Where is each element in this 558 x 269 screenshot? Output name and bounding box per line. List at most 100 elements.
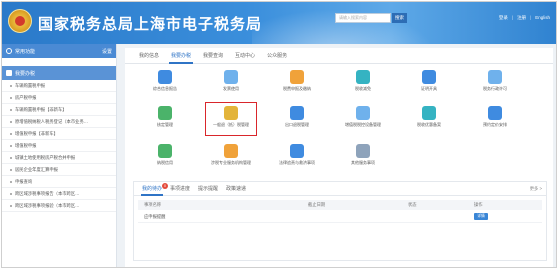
- sidebar: 常用功能 设置 我要办税 车辆购置税申报 房产税申报车辆购置税申报【非新车】原增值…: [2, 44, 117, 267]
- sidebar-item-label: 增值税申报【非新车】: [15, 130, 58, 136]
- row-status: [408, 211, 474, 222]
- sidebar-item-label: 居民企业年度汇算申报: [15, 166, 58, 172]
- function-tile[interactable]: 增值税税控设备管理: [339, 104, 387, 134]
- english-link[interactable]: English: [535, 13, 550, 23]
- tax-preference-icon: [422, 106, 436, 120]
- more-link[interactable]: 更多 >: [530, 182, 542, 196]
- sidebar-item[interactable]: 原增值税纳税人税务登记（本市业务…: [2, 116, 116, 128]
- sidebar-section-label: 我要办税: [15, 70, 36, 77]
- bullet-icon: [10, 84, 12, 87]
- bullet-icon: [10, 180, 12, 183]
- function-tile[interactable]: 税费申报及缴纳: [273, 68, 321, 98]
- browser-frame: 国家税务总局上海市电子税务局 请输入搜索内容 搜索 登录 | 注册 | Engl…: [1, 1, 557, 268]
- row-deadline: [308, 211, 408, 222]
- table-header: 事项名称 截止日期 状态 操作: [138, 200, 542, 210]
- function-tile[interactable]: 涉税专业服务机构管理: [207, 142, 255, 172]
- function-tile[interactable]: 纳税信用: [141, 142, 189, 172]
- table-row: 应申报提醒 详情: [138, 211, 542, 223]
- common-functions-label: 常用功能: [15, 48, 36, 55]
- license-icon: [488, 70, 502, 84]
- function-tile-label: 税收优惠备案: [417, 122, 441, 127]
- col-status-header: 状态: [408, 202, 417, 207]
- function-tile[interactable]: 预约定价安排: [471, 104, 519, 134]
- tab-my-todo[interactable]: 我的待办 0: [138, 182, 169, 196]
- sidebar-item-label: 城镇土地使用税房产税合并申报: [15, 154, 76, 160]
- sidebar-item[interactable]: 增值税申报【非新车】: [2, 128, 116, 140]
- login-link[interactable]: 登录: [499, 13, 508, 23]
- other-service-icon: [356, 144, 370, 158]
- detail-button[interactable]: 详情: [474, 213, 488, 221]
- export-refund-icon: [290, 106, 304, 120]
- row-name: 应申报提醒: [144, 214, 166, 219]
- tax-device-icon: [356, 106, 370, 120]
- approval-icon: [158, 106, 172, 120]
- col-deadline-header: 截止日期: [308, 202, 326, 207]
- search-input[interactable]: 请输入搜索内容: [335, 13, 391, 23]
- function-tile[interactable]: 出口退税管理: [273, 104, 321, 134]
- common-functions-header: 常用功能 设置: [2, 44, 116, 58]
- main-content: 我的信息 我要办税 我要查询 互动中心 公众服务 综合信息报告 发票使用 税费申报及…: [125, 48, 553, 267]
- sidebar-item-label: 房产税申报: [15, 94, 37, 100]
- function-tile[interactable]: 税收优惠备案: [405, 104, 453, 134]
- sidebar-item[interactable]: 房产税申报: [2, 92, 116, 104]
- col-name-header: 事项名称: [144, 202, 162, 207]
- function-tile-label: 出口退税管理: [285, 122, 309, 127]
- function-tile[interactable]: 一般退（抵）税管理: [205, 102, 257, 136]
- sidebar-item[interactable]: 增值税申报: [2, 140, 116, 152]
- sidebar-item-label: 增值税申报: [15, 142, 37, 148]
- sidebar-item[interactable]: 车辆购置税申报: [2, 80, 116, 92]
- sidebar-item-label: 车辆购置税申报【非新车】: [15, 106, 67, 112]
- bullet-icon: [10, 132, 12, 135]
- sidebar-item-label: 申报查询: [15, 178, 33, 184]
- todo-panel: 我的待办 0 事项进度 提示提醒 政策速递 更多 > 事项名称 截止日期 状态 …: [133, 181, 547, 261]
- settings-link[interactable]: 设置: [102, 48, 112, 55]
- col-action-header: 操作: [474, 202, 483, 207]
- tab-public-service[interactable]: 公众服务: [261, 48, 293, 63]
- function-tile[interactable]: 法律追责与救济事项: [273, 142, 321, 172]
- function-tile[interactable]: 税务行政许可: [471, 68, 519, 98]
- bullet-icon: [10, 204, 12, 207]
- sidebar-item-label: 车辆购置税申报: [15, 82, 46, 88]
- function-tile-label: 增值税税控设备管理: [345, 122, 381, 127]
- sidebar-item[interactable]: 跨区域涉税事项报验（本市跨区…: [2, 200, 116, 212]
- function-tile[interactable]: 税收减免: [339, 68, 387, 98]
- tab-progress[interactable]: 事项进度: [166, 182, 194, 195]
- home-icon: [6, 48, 12, 54]
- sidebar-item-label: 跨区域涉税事项报验（本市跨区…: [15, 202, 80, 208]
- tab-query[interactable]: 我要查询: [197, 48, 229, 63]
- bullet-icon: [10, 156, 12, 159]
- function-tile[interactable]: 核定管理: [141, 104, 189, 134]
- site-header: 国家税务总局上海市电子税务局 请输入搜索内容 搜索 登录 | 注册 | Engl…: [2, 2, 556, 44]
- bullet-icon: [10, 192, 12, 195]
- sidebar-item[interactable]: 跨区域涉税事项报告（本市跨区…: [2, 188, 116, 200]
- sidebar-item[interactable]: 城镇土地使用税房产税合并申报: [2, 152, 116, 164]
- function-tile-label: 纳税信用: [157, 160, 173, 165]
- function-tile-label: 税费申报及缴纳: [283, 86, 311, 91]
- tab-policy[interactable]: 政策速递: [222, 182, 250, 195]
- function-tile[interactable]: 发票使用: [207, 68, 255, 98]
- function-tile-label: 预约定价安排: [483, 122, 507, 127]
- pricing-icon: [488, 106, 502, 120]
- function-tile[interactable]: 证明开具: [405, 68, 453, 98]
- site-title: 国家税务总局上海市电子税务局: [38, 16, 263, 33]
- top-links: 登录 | 注册 | English: [499, 13, 550, 23]
- register-link[interactable]: 注册: [517, 13, 526, 23]
- tab-reminders[interactable]: 提示提醒: [194, 182, 222, 195]
- search-button[interactable]: 搜索: [392, 13, 407, 23]
- tab-interaction[interactable]: 互动中心: [229, 48, 261, 63]
- function-tile-label: 涉税专业服务机构管理: [211, 160, 251, 165]
- bullet-icon: [10, 168, 12, 171]
- function-tile[interactable]: 其他服务事项: [339, 142, 387, 172]
- function-tile[interactable]: 综合信息报告: [141, 68, 189, 98]
- reduction-icon: [356, 70, 370, 84]
- sidebar-item[interactable]: 申报查询: [2, 176, 116, 188]
- function-tile-label: 综合信息报告: [153, 86, 177, 91]
- function-tile-label: 发票使用: [223, 86, 239, 91]
- sidebar-section-tax[interactable]: 我要办税: [2, 66, 116, 80]
- sidebar-item[interactable]: 车辆购置税申报【非新车】: [2, 104, 116, 116]
- sidebar-item[interactable]: 居民企业年度汇算申报: [2, 164, 116, 176]
- tab-do-tax[interactable]: 我要办税: [165, 48, 197, 64]
- sidebar-item-label: 原增值税纳税人税务登记（本市业务…: [15, 118, 89, 124]
- tab-my-info[interactable]: 我的信息: [133, 48, 165, 63]
- function-tile-label: 其他服务事项: [351, 160, 375, 165]
